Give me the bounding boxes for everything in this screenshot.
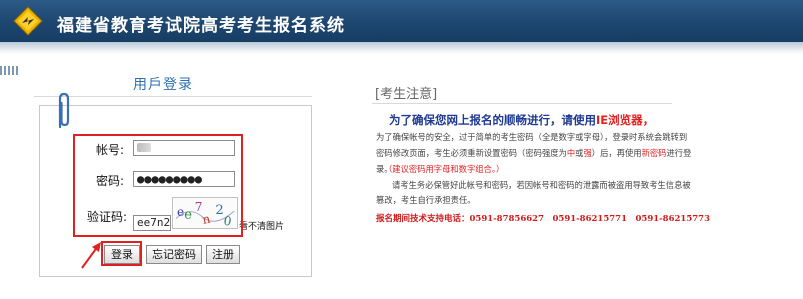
header-shadow (0, 42, 803, 54)
site-title: 福建省教育考试院高考考生报名系统 (57, 16, 345, 36)
login-title: 用戶登录 (133, 77, 193, 93)
note-text: 进行登 (666, 148, 692, 158)
browser-notice: 为了确保您网上报名的顺畅进行，请使用IE浏览器， (389, 112, 654, 128)
support-hotline: 报名期间技术支持电话：0591-87856627 0591-86215771 0… (376, 214, 710, 224)
note-strength-strong: 强 (583, 148, 592, 158)
paperclip-icon (58, 92, 70, 129)
note-text: ）后，再使用 (591, 148, 642, 158)
responsibility-note-line-1: 请考生务必保管好此帐号和密码，若因帐号和密码的泄露而被盗用导致考生信息被 (392, 180, 691, 190)
divider (34, 96, 312, 97)
register-button[interactable]: 注册 (206, 245, 240, 264)
highlight-box-fields (73, 134, 243, 237)
browser-notice-prefix: 为了确保您网上报名的顺畅进行，请使用 (389, 113, 596, 127)
browser-notice-suffix: ， (642, 113, 655, 127)
note-new-password: 新密码 (641, 148, 667, 158)
ie-browser-text: IE浏览器 (596, 113, 643, 127)
note-strength-medium: 中 (566, 148, 576, 158)
responsibility-note-line-2: 篡改，考生自行承担责任。 (376, 195, 476, 205)
logo-icon (13, 6, 43, 36)
security-note-line-2: 密码修改页面，考生必须重新设置密码（密码强度为中或强）后，再使用新密码进行登 (376, 147, 691, 159)
captcha-refresh-link[interactable]: 看不清图片 (239, 219, 284, 232)
note-text: 密码修改页面，考生必须重新设置密码（密码强度为 (376, 148, 567, 158)
notice-title: [考生注意] (375, 87, 438, 102)
header-bar: 福建省教育考试院高考考生报名系统 (0, 0, 803, 42)
corner-decoration (0, 66, 18, 75)
divider (372, 103, 672, 104)
password-advice: （建议密码用字母和数字组合。） (384, 164, 505, 174)
forgot-password-button[interactable]: 忘记密码 (146, 245, 202, 264)
security-note-line-1: 为了确保帐号的安全，过于简单的考生密码（全是数字或字母），登录时系统会跳转到 (376, 132, 688, 142)
highlight-box-login (101, 241, 142, 266)
